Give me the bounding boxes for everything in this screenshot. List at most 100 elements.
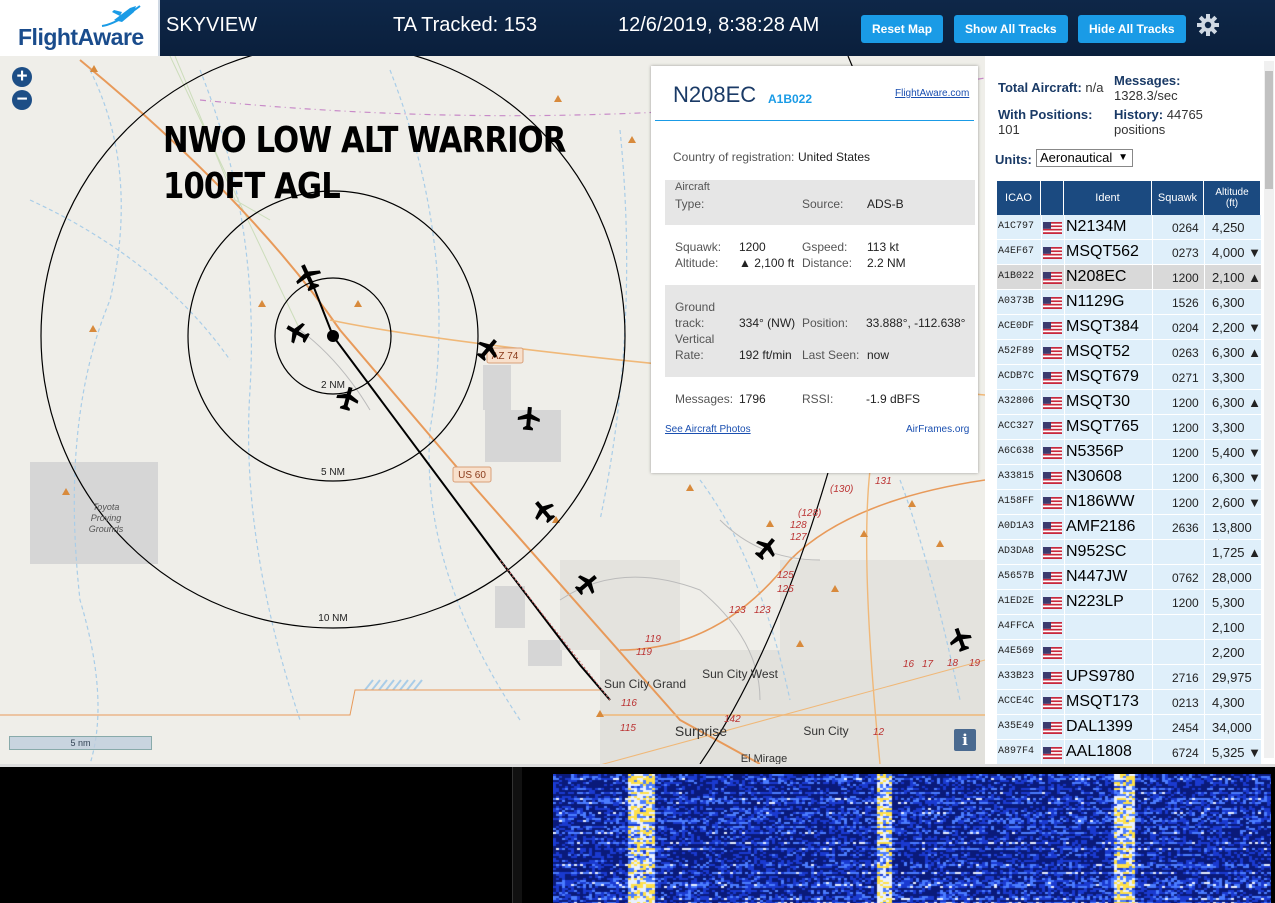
cell-divider xyxy=(1064,640,1065,665)
table-row[interactable]: A33815 N30608 1200 6,300 ▼ xyxy=(997,465,1261,490)
cell-divider xyxy=(1041,615,1042,640)
table-row[interactable]: ACE0DF MSQT384 0204 2,200 ▼ xyxy=(997,315,1261,340)
ring-label-10nm: 10 NM xyxy=(318,613,347,624)
table-row[interactable]: A4E569 2,200 xyxy=(997,640,1261,665)
cell-altitude: 6,300 ▲ xyxy=(1212,345,1262,360)
rssi-value: -1.9 dBFS xyxy=(866,392,921,406)
overlay-caption: NWO LOW ALT WARRIOR 100FT AGL xyxy=(163,118,566,210)
svg-text:119: 119 xyxy=(636,647,652,658)
cell-squawk: 0204 xyxy=(1172,321,1199,335)
cell-squawk: 2636 xyxy=(1172,521,1199,535)
table-row[interactable]: ACC327 MSQT765 1200 3,300 xyxy=(997,415,1261,440)
units-select[interactable]: Aeronautical ▼ xyxy=(1036,149,1133,167)
cell-altitude: 5,400 ▼ xyxy=(1212,445,1262,460)
cell-divider xyxy=(1064,440,1065,465)
svg-text:115: 115 xyxy=(620,723,636,734)
col-ident[interactable]: Ident xyxy=(1064,181,1152,215)
cell-ident: AAL1808 xyxy=(1066,743,1132,760)
svg-text:(130): (130) xyxy=(830,484,853,495)
cell-altitude: 5,325 ▼ xyxy=(1212,745,1262,760)
zoom-out-button[interactable]: − xyxy=(12,90,32,110)
us-flag-icon xyxy=(1043,322,1062,334)
col-icao[interactable]: ICAO xyxy=(997,181,1041,215)
cell-divider xyxy=(1204,665,1205,690)
cell-squawk: 1200 xyxy=(1172,446,1199,460)
us-flag-icon xyxy=(1043,722,1062,734)
flightaware-link[interactable]: FlightAware.com xyxy=(895,88,969,99)
show-all-tracks-button[interactable]: Show All Tracks xyxy=(954,15,1068,43)
cell-divider xyxy=(1041,215,1042,240)
table-row[interactable]: ACDB7C MSQT679 0271 3,300 xyxy=(997,365,1261,390)
cell-divider xyxy=(1204,590,1205,615)
cell-divider xyxy=(1041,690,1042,715)
table-row[interactable]: ACCE4C MSQT173 0213 4,300 xyxy=(997,690,1261,715)
cell-ident: DAL1399 xyxy=(1066,718,1133,735)
cell-divider xyxy=(1152,665,1153,690)
svg-text:Grounds: Grounds xyxy=(89,524,124,534)
us-flag-icon xyxy=(1043,372,1062,384)
table-row[interactable]: A1C797 N2134M 0264 4,250 xyxy=(997,215,1261,240)
table-row[interactable]: A4FFCA 2,100 xyxy=(997,615,1261,640)
table-row[interactable]: A4EF67 MSQT562 0273 4,000 ▼ xyxy=(997,240,1261,265)
cell-icao: A6C638 xyxy=(998,446,1035,457)
table-row[interactable]: A158FF N186WW 1200 2,600 ▼ xyxy=(997,490,1261,515)
cell-divider xyxy=(1041,540,1042,565)
table-row[interactable]: A1B022 N208EC 1200 2,100 ▲ xyxy=(997,265,1261,290)
airframes-link[interactable]: AirFrames.org xyxy=(906,424,969,435)
reset-map-button[interactable]: Reset Map xyxy=(861,15,944,43)
table-row[interactable]: A0373B N1129G 1526 6,300 xyxy=(997,290,1261,315)
hide-all-tracks-button[interactable]: Hide All Tracks xyxy=(1078,15,1186,43)
cell-icao: ACE0DF xyxy=(998,321,1035,332)
us-flag-icon xyxy=(1043,497,1062,509)
col-altitude[interactable]: Altitude (ft) xyxy=(1204,181,1261,215)
zoom-in-button[interactable]: + xyxy=(12,67,32,87)
scrollbar-thumb[interactable] xyxy=(1265,71,1273,189)
table-row[interactable]: A6C638 N5356P 1200 5,400 ▼ xyxy=(997,440,1261,465)
cell-altitude: 6,300 ▼ xyxy=(1212,470,1262,485)
table-row[interactable]: A32806 MSQT30 1200 6,300 ▲ xyxy=(997,390,1261,415)
table-row[interactable]: A52F89 MSQT52 0263 6,300 ▲ xyxy=(997,340,1261,365)
us-flag-icon xyxy=(1043,547,1062,559)
cell-divider xyxy=(1152,415,1153,440)
map-info-button[interactable]: i xyxy=(954,729,976,751)
cell-altitude: 1,725 ▲ xyxy=(1212,545,1262,560)
table-row[interactable]: AD3DA8 N952SC 1,725 ▲ xyxy=(997,540,1261,565)
aircraft-list-panel: Total Aircraft: n/a Messages: 1328.3/sec… xyxy=(985,56,1275,764)
svg-text:Toyota: Toyota xyxy=(93,502,120,512)
table-row[interactable]: A897F4 AAL1808 6724 5,325 ▼ xyxy=(997,740,1261,764)
flightaware-logo[interactable]: FlightAware xyxy=(0,0,160,56)
squawk-value: 1200 xyxy=(739,240,766,254)
table-row[interactable]: A0D1A3AMF2186263613,800 ▲ xyxy=(997,515,1261,550)
squawk-label: Squawk: xyxy=(675,240,722,254)
ground-track-value: 334° (NW) xyxy=(739,316,796,330)
cell-squawk: 1200 xyxy=(1172,496,1199,510)
cell-divider xyxy=(1204,690,1205,715)
us-flag-icon xyxy=(1043,747,1062,759)
table-row[interactable]: A1ED2E N223LP 1200 5,300 xyxy=(997,590,1261,615)
cell-icao: A1B022 xyxy=(998,271,1035,282)
country-label: Country of registration: xyxy=(673,150,795,164)
table-row[interactable]: A35E49 DAL1399 2454 34,000 xyxy=(997,715,1261,740)
svg-text:123: 123 xyxy=(754,605,771,616)
aircraft-photos-link[interactable]: See Aircraft Photos xyxy=(665,424,751,435)
gear-icon[interactable] xyxy=(1196,13,1220,37)
col-squawk[interactable]: Squawk xyxy=(1152,181,1204,215)
cell-squawk: 0762 xyxy=(1172,571,1199,585)
cell-ident: MSQT52 xyxy=(1066,343,1131,360)
table-row[interactable]: A5657B N447JW 0762 28,000 xyxy=(997,565,1261,590)
col-flag[interactable] xyxy=(1041,181,1064,215)
cell-divider xyxy=(1152,290,1153,315)
cell-icao: A0373B xyxy=(998,296,1035,307)
svg-text:(128): (128) xyxy=(798,508,821,519)
cell-altitude: 5,300 xyxy=(1212,595,1245,610)
cell-icao: A35E49 xyxy=(998,721,1035,732)
cell-divider xyxy=(1064,740,1065,764)
cell-divider xyxy=(1152,740,1153,764)
cell-altitude: 34,000 xyxy=(1212,720,1252,735)
cell-ident: MSQT173 xyxy=(1066,693,1139,710)
table-row[interactable]: A33B23 UPS9780 2716 29,975 xyxy=(997,665,1261,690)
cell-divider xyxy=(1064,515,1065,540)
cell-divider xyxy=(1152,515,1153,540)
cell-divider xyxy=(1041,590,1042,615)
cell-divider xyxy=(1041,265,1042,290)
